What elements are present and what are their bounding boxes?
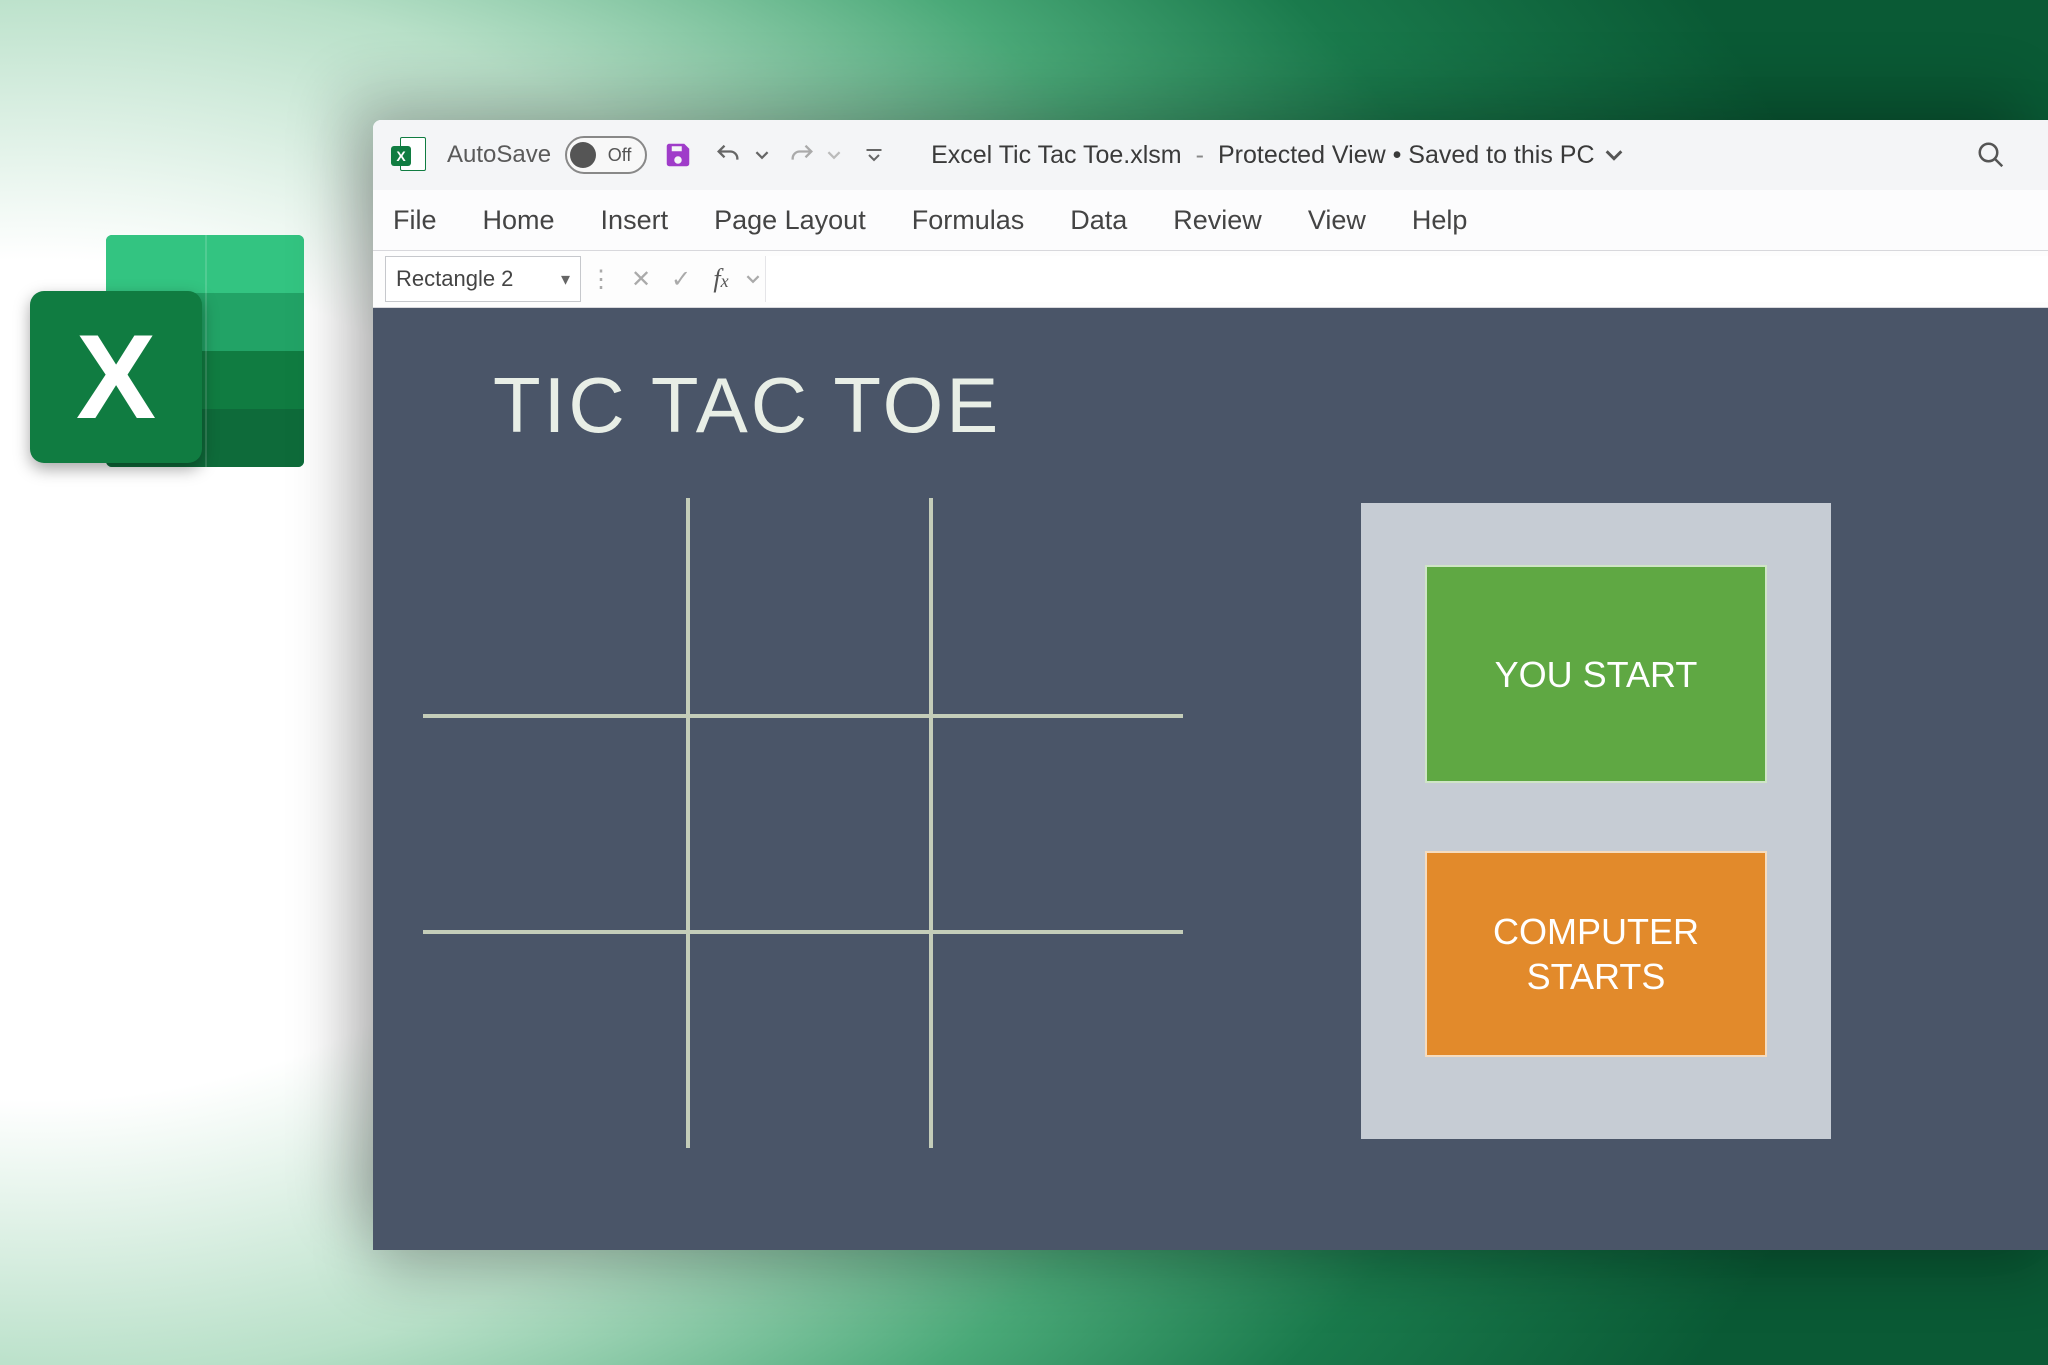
formula-bar: Rectangle 2 ▾ ⋮ ✕ ✓ fx bbox=[373, 250, 2048, 308]
name-box-value: Rectangle 2 bbox=[396, 266, 513, 292]
tab-home[interactable]: Home bbox=[481, 199, 557, 242]
excel-icon: X bbox=[391, 137, 427, 173]
chevron-down-icon bbox=[1603, 144, 1625, 166]
excel-window: X AutoSave Off Excel Tic Tac Toe.xlsm - … bbox=[373, 120, 2048, 1250]
excel-app-logo: X bbox=[30, 235, 305, 490]
tab-page-layout[interactable]: Page Layout bbox=[712, 199, 868, 242]
title-bar: X AutoSave Off Excel Tic Tac Toe.xlsm - … bbox=[373, 120, 2048, 190]
formula-menu-icon[interactable]: ⋮ bbox=[581, 256, 621, 302]
document-status: Protected View • Saved to this PC bbox=[1218, 141, 1595, 170]
redo-dropdown-icon[interactable] bbox=[825, 138, 843, 172]
chevron-down-icon: ▾ bbox=[561, 269, 570, 290]
worksheet-area: TIC TAC TOE YOU START COMPUTER STARTS bbox=[373, 308, 2048, 1250]
tab-data[interactable]: Data bbox=[1068, 199, 1129, 242]
board-line-vertical-2 bbox=[929, 498, 933, 1148]
board-line-horizontal-1 bbox=[423, 714, 1183, 718]
filename: Excel Tic Tac Toe.xlsm bbox=[931, 141, 1182, 170]
tab-view[interactable]: View bbox=[1306, 199, 1368, 242]
tab-formulas[interactable]: Formulas bbox=[910, 199, 1027, 242]
control-panel: YOU START COMPUTER STARTS bbox=[1361, 503, 1831, 1139]
name-box[interactable]: Rectangle 2 ▾ bbox=[385, 256, 581, 302]
document-title[interactable]: Excel Tic Tac Toe.xlsm - Protected View … bbox=[931, 141, 1624, 170]
tab-file[interactable]: File bbox=[391, 199, 439, 242]
tab-review[interactable]: Review bbox=[1171, 199, 1264, 242]
tab-help[interactable]: Help bbox=[1410, 199, 1470, 242]
autosave-label: AutoSave bbox=[447, 141, 551, 169]
board-line-vertical-1 bbox=[686, 498, 690, 1148]
fx-icon[interactable]: fx bbox=[701, 256, 741, 302]
tic-tac-toe-board[interactable] bbox=[423, 498, 1183, 1148]
undo-icon[interactable] bbox=[711, 138, 745, 172]
autosave-state: Off bbox=[602, 145, 637, 166]
enter-icon[interactable]: ✓ bbox=[661, 256, 701, 302]
formula-input[interactable] bbox=[765, 256, 2048, 302]
you-start-button[interactable]: YOU START bbox=[1425, 565, 1767, 783]
autosave-toggle[interactable]: Off bbox=[565, 136, 647, 174]
search-icon[interactable] bbox=[1974, 138, 2008, 172]
you-start-label: YOU START bbox=[1495, 652, 1698, 697]
qat-customize-icon[interactable] bbox=[857, 138, 891, 172]
save-icon[interactable] bbox=[661, 138, 695, 172]
undo-dropdown-icon[interactable] bbox=[753, 138, 771, 172]
computer-starts-label: COMPUTER STARTS bbox=[1493, 909, 1699, 999]
game-title: TIC TAC TOE bbox=[493, 360, 1001, 451]
tab-insert[interactable]: Insert bbox=[599, 199, 671, 242]
formula-dropdown-icon[interactable] bbox=[741, 256, 765, 302]
computer-starts-button[interactable]: COMPUTER STARTS bbox=[1425, 851, 1767, 1057]
redo-icon[interactable] bbox=[785, 138, 819, 172]
title-separator: - bbox=[1196, 141, 1204, 170]
cancel-icon[interactable]: ✕ bbox=[621, 256, 661, 302]
board-line-horizontal-2 bbox=[423, 930, 1183, 934]
ribbon-tabs: File Home Insert Page Layout Formulas Da… bbox=[373, 190, 2048, 250]
